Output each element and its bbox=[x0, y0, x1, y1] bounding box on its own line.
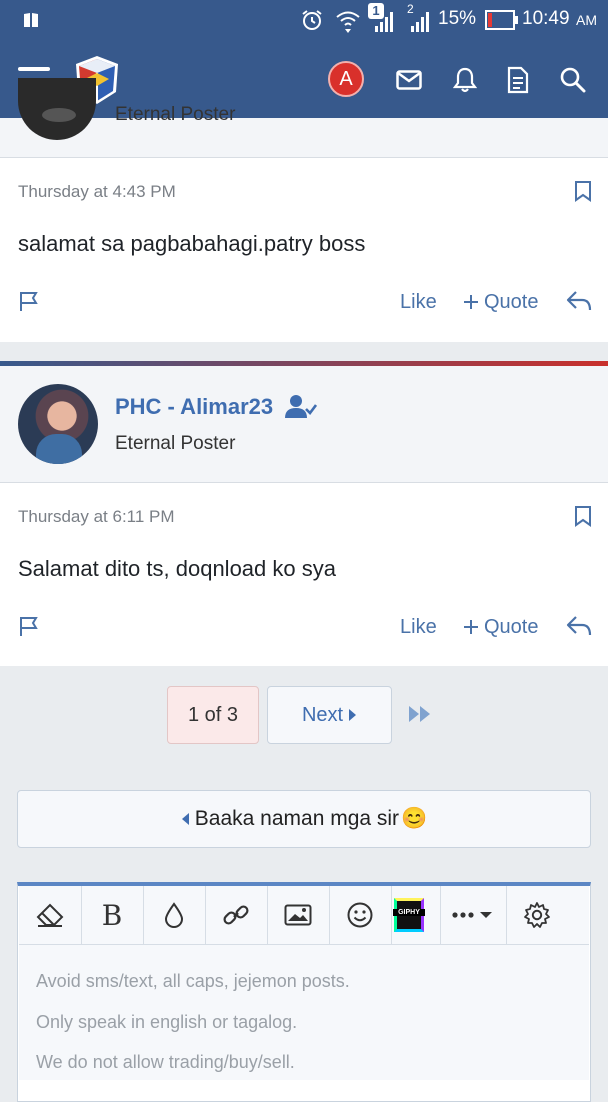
bookmark-icon[interactable] bbox=[574, 505, 592, 527]
placeholder-line-2: Only speak in english or tagalog. bbox=[36, 1012, 298, 1032]
smilie-icon bbox=[347, 902, 373, 928]
search-icon[interactable] bbox=[560, 67, 586, 93]
notification-book-icon bbox=[24, 13, 38, 27]
color-drop-icon bbox=[164, 902, 184, 928]
more-icon bbox=[452, 912, 492, 918]
quote-button[interactable]: Quote bbox=[484, 291, 538, 314]
user-avatar-button[interactable]: A bbox=[328, 61, 364, 97]
placeholder-line-3: We do not allow trading/buy/sell. bbox=[36, 1052, 295, 1072]
alerts-bell-icon[interactable] bbox=[453, 67, 477, 93]
post-1-message: salamat sa pagbabahagi.patry boss bbox=[18, 231, 366, 256]
post-1-timestamp[interactable]: Thursday at 4:43 PM bbox=[18, 182, 176, 202]
like-button[interactable]: Like bbox=[400, 291, 437, 314]
post-2-author-title: Eternal Poster bbox=[115, 433, 236, 454]
giphy-button[interactable]: GIPHY bbox=[378, 886, 441, 944]
inbox-envelope-icon[interactable] bbox=[396, 70, 422, 90]
link-icon bbox=[223, 905, 249, 925]
alarm-icon bbox=[302, 10, 322, 30]
previous-thread-title: Baaka naman mga sir bbox=[194, 807, 400, 830]
post-1-author-title: Eternal Poster bbox=[115, 104, 236, 125]
post-2-avatar[interactable] bbox=[18, 384, 98, 464]
more-options-button[interactable] bbox=[440, 886, 507, 944]
clock-time: 10:49 bbox=[522, 8, 570, 29]
signal-sim2-icon bbox=[411, 12, 429, 32]
post-2-timestamp[interactable]: Thursday at 6:11 PM bbox=[18, 507, 175, 527]
post-2-body: Thursday at 6:11 PM Salamat dito ts, doq… bbox=[0, 483, 608, 666]
page-indicator-label: 1 of 3 bbox=[187, 703, 239, 726]
bold-label: B bbox=[101, 898, 123, 932]
bookmark-icon[interactable] bbox=[574, 180, 592, 202]
reply-icon[interactable] bbox=[566, 615, 592, 637]
caret-right-icon bbox=[349, 709, 357, 721]
quote-button[interactable]: Quote bbox=[484, 616, 538, 639]
insert-link-button[interactable] bbox=[205, 886, 268, 944]
whats-new-document-icon[interactable] bbox=[507, 66, 529, 94]
battery-icon bbox=[485, 10, 518, 30]
like-button[interactable]: Like bbox=[400, 616, 437, 639]
report-flag-icon[interactable] bbox=[18, 615, 40, 637]
bold-button[interactable]: B bbox=[81, 886, 144, 944]
clear-formatting-button[interactable] bbox=[19, 886, 82, 944]
avatar-letter: A bbox=[339, 67, 353, 90]
post-1-body: Thursday at 4:43 PM salamat sa pagbabaha… bbox=[0, 158, 608, 342]
eraser-icon bbox=[36, 903, 64, 927]
last-page-icon[interactable] bbox=[408, 705, 434, 723]
settings-gear-icon bbox=[524, 902, 550, 928]
battery-percent: 15% bbox=[438, 8, 477, 29]
plus-icon bbox=[464, 620, 478, 634]
post-1-user-block: Eternal Poster bbox=[0, 78, 608, 158]
text-color-button[interactable] bbox=[143, 886, 206, 944]
signal-sim1-icon bbox=[375, 12, 393, 32]
verified-user-icon bbox=[285, 395, 317, 418]
next-page-button[interactable]: Next bbox=[267, 686, 392, 744]
wifi-icon bbox=[336, 11, 360, 33]
post-2-user-block: PHC - Alimar23 Eternal Poster bbox=[0, 366, 608, 482]
reply-icon[interactable] bbox=[566, 290, 592, 312]
status-bar: 1 2 15% 10:49 AM bbox=[0, 0, 608, 40]
post-2-message: Salamat dito ts, doqnload ko sya bbox=[18, 556, 336, 581]
clock-ampm: AM bbox=[576, 12, 597, 28]
report-flag-icon[interactable] bbox=[18, 290, 40, 312]
caret-left-icon bbox=[181, 813, 189, 825]
page-indicator[interactable]: 1 of 3 bbox=[167, 686, 259, 744]
post-2-author-name[interactable]: PHC - Alimar23 bbox=[115, 394, 273, 420]
giphy-icon: GIPHY bbox=[393, 898, 425, 932]
post-1-avatar[interactable] bbox=[18, 78, 96, 140]
placeholder-line-1: Avoid sms/text, all caps, jejemon posts. bbox=[36, 971, 350, 991]
editor-settings-button[interactable] bbox=[506, 886, 568, 944]
insert-image-button[interactable] bbox=[267, 886, 330, 944]
plus-icon bbox=[464, 295, 478, 309]
image-icon bbox=[284, 904, 312, 926]
smile-emoji: 😊 bbox=[401, 807, 428, 830]
next-page-label: Next bbox=[301, 703, 344, 726]
previous-thread-button[interactable]: Baaka naman mga sir 😊 bbox=[17, 790, 591, 848]
giphy-label: GIPHY bbox=[393, 909, 425, 916]
